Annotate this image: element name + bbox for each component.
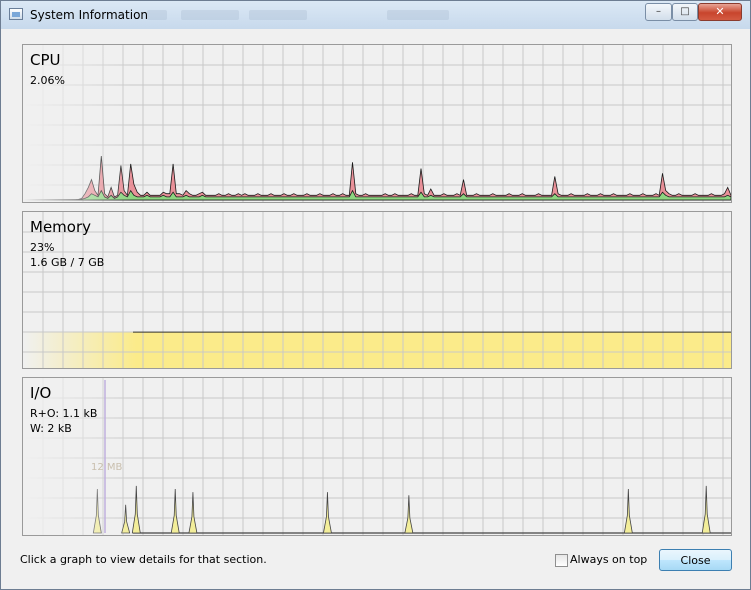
io-scale-label: 12 MB [91,462,123,473]
always-on-top-label: Always on top [570,553,648,566]
cpu-chart [23,45,731,202]
memory-title: Memory [30,218,92,236]
memory-graph[interactable]: Memory 23% 1.6 GB / 7 GB [22,211,732,369]
background-blur [387,10,449,20]
io-chart [23,378,731,535]
close-button[interactable]: Close [659,549,732,571]
client-area: CPU 2.06% Memory 23% 1.6 GB / 7 GB I/O R… [8,30,742,581]
background-blur [181,10,239,20]
io-graph[interactable]: I/O R+O: 1.1 kB W: 2 kB 12 MB [22,377,732,536]
io-spike [404,495,414,534]
io-spike [131,485,141,534]
cpu-title: CPU [30,51,61,69]
memory-chart [23,212,731,368]
always-on-top-checkbox[interactable] [555,554,568,567]
system-information-window: System Information – □ ✕ CPU 2.06% Memor… [0,0,751,590]
title-bar[interactable]: System Information – □ ✕ [1,1,750,29]
window-close-button[interactable]: ✕ [698,3,742,21]
io-write: W: 2 kB [30,422,72,435]
cpu-usage: 2.06% [30,74,65,87]
memory-percent: 23% [30,241,55,254]
memory-usage-fill [23,332,731,368]
background-blur [249,10,307,20]
maximize-button[interactable]: □ [672,3,698,21]
minimize-button[interactable]: – [645,3,672,21]
io-spike [623,489,633,534]
io-title: I/O [30,384,52,402]
app-icon [9,8,23,20]
background-blur [147,10,167,20]
hint-text: Click a graph to view details for that s… [20,553,267,566]
cpu-graph[interactable]: CPU 2.06% [22,44,732,203]
window-title: System Information [30,8,149,22]
io-spike [170,489,180,534]
io-read-other: R+O: 1.1 kB [30,407,98,420]
memory-amount: 1.6 GB / 7 GB [30,256,105,269]
